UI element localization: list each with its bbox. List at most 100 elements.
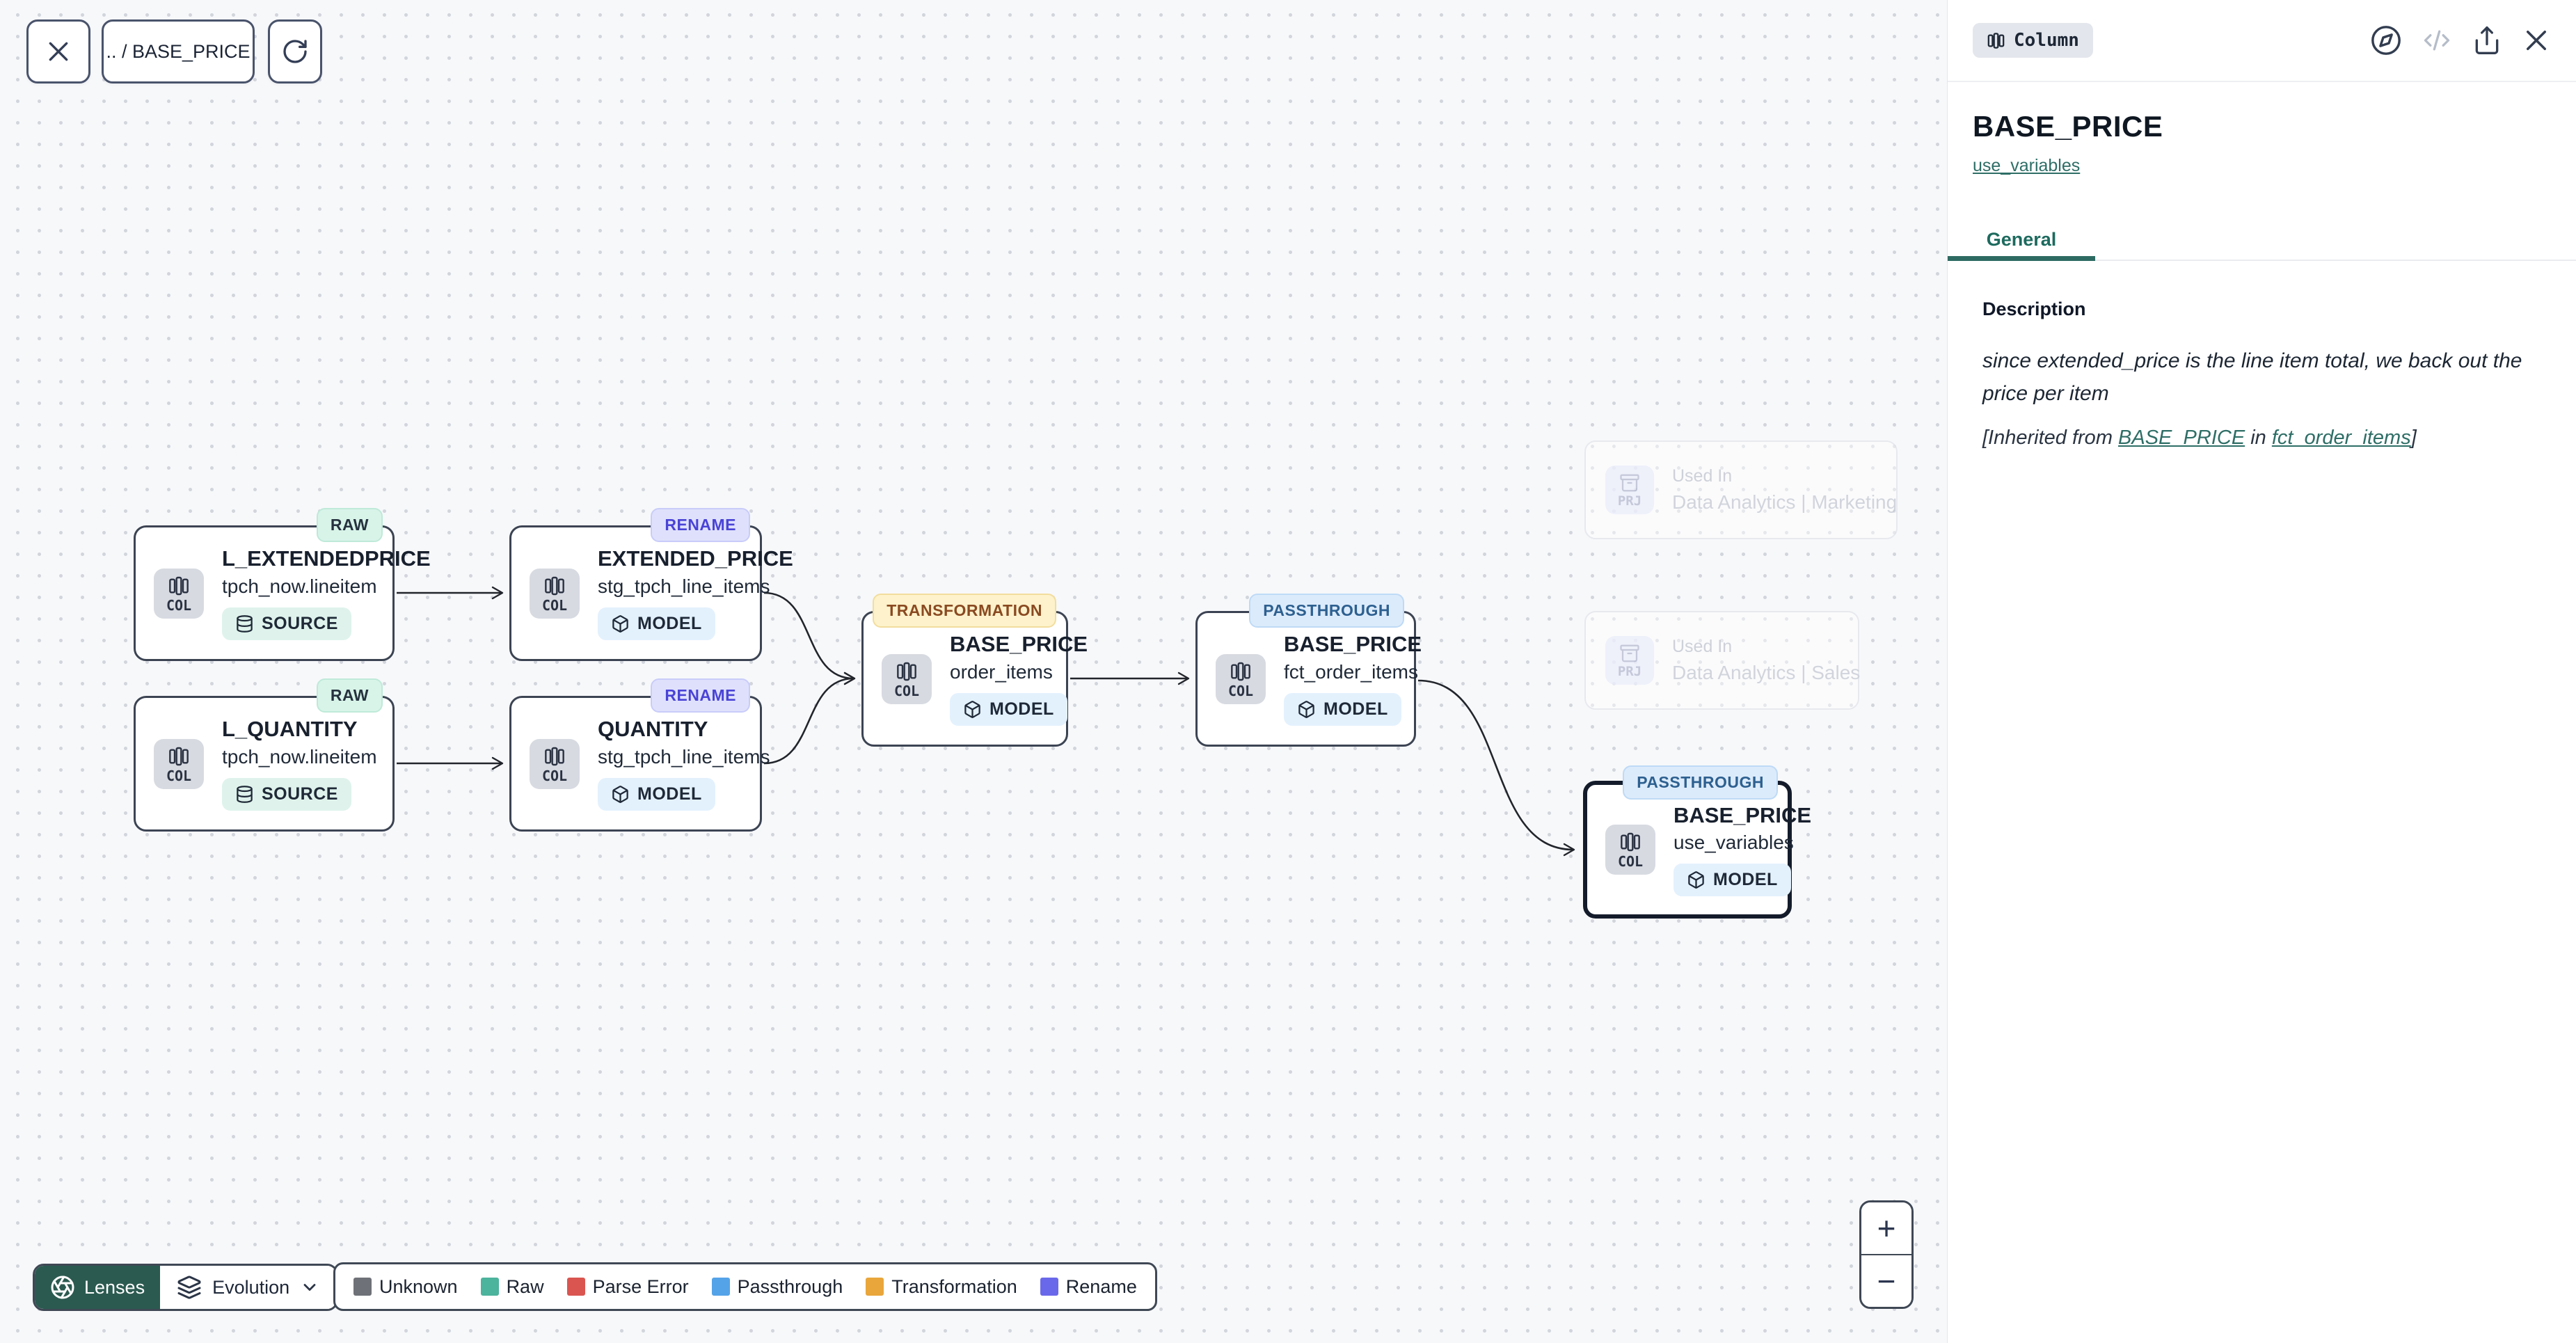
columns-icon <box>543 575 566 597</box>
chip-label: COL <box>894 684 919 698</box>
tab-general[interactable]: General <box>1948 219 2095 260</box>
lineage-node-base_price_fct[interactable]: PASSTHROUGHCOLBASE_PRICEfct_order_itemsM… <box>1195 611 1416 747</box>
refresh-button[interactable] <box>268 19 322 84</box>
legend-label: Parse Error <box>593 1276 689 1298</box>
evolution-type-badge: RENAME <box>651 678 750 713</box>
node-title: L_QUANTITY <box>222 717 358 742</box>
chip-label: COL <box>166 769 191 783</box>
close-icon <box>45 38 72 65</box>
lineage-node-l_quantity[interactable]: RAWCOLL_QUANTITYtpch_now.lineitemSOURCE <box>134 696 395 832</box>
node-title: BASE_PRICE <box>1673 803 1811 828</box>
project-chip: PRJ <box>1605 466 1654 514</box>
legend-item-passthrough: Passthrough <box>712 1276 843 1298</box>
node-title: EXTENDED_PRICE <box>598 546 793 571</box>
column-chip: COL <box>154 739 204 789</box>
cube-icon <box>611 785 630 804</box>
breadcrumb[interactable]: .. / BASE_PRICE <box>102 19 255 84</box>
lineage-node-extended_price[interactable]: RENAMECOLEXTENDED_PRICEstg_tpch_line_ite… <box>509 525 762 661</box>
columns-icon <box>168 575 190 597</box>
close-panel-button[interactable] <box>2522 26 2551 55</box>
legend-swatch <box>567 1278 585 1296</box>
used-in-label: Used In <box>1672 637 1860 657</box>
cube-icon <box>1687 871 1706 889</box>
columns-icon <box>1987 31 2005 50</box>
entity-type-badge: Column <box>1973 23 2093 58</box>
inherited-column-link[interactable]: BASE_PRICE <box>2118 427 2245 449</box>
lenses-control: Lenses Evolution <box>33 1264 338 1311</box>
column-chip: COL <box>1605 825 1655 875</box>
legend-label: Unknown <box>379 1276 458 1298</box>
legend-item-unknown: Unknown <box>353 1276 458 1298</box>
node-kind-label: SOURCE <box>262 784 338 804</box>
node-subtitle: tpch_now.lineitem <box>222 746 377 768</box>
chip-label: COL <box>542 598 567 612</box>
columns-icon <box>896 660 918 683</box>
cube-icon <box>963 700 982 719</box>
evolution-type-badge: RAW <box>317 508 383 542</box>
lineage-node-l_extendedprice[interactable]: RAWCOLL_EXTENDEDPRICEtpch_now.lineitemSO… <box>134 525 395 661</box>
explore-button[interactable] <box>2370 24 2402 56</box>
inherited-model-link[interactable]: fct_order_items <box>2272 427 2411 449</box>
cube-icon <box>611 614 630 633</box>
lenses-button[interactable]: Lenses <box>35 1266 160 1309</box>
column-title: BASE_PRICE <box>1973 110 2551 143</box>
node-subtitle: tpch_now.lineitem <box>222 575 377 598</box>
chip-label: COL <box>1228 684 1253 698</box>
node-text: BASE_PRICEorder_itemsMODEL <box>950 632 1066 726</box>
node-title: L_EXTENDEDPRICE <box>222 546 431 571</box>
node-text: BASE_PRICEfct_order_itemsMODEL <box>1284 632 1414 726</box>
zoom-in-button[interactable]: + <box>1861 1202 1911 1255</box>
breadcrumb-label: .. / BASE_PRICE <box>106 41 250 63</box>
used-in-node: PRJ Used InData Analytics | Marketing <box>1584 440 1898 539</box>
code-button[interactable] <box>2422 25 2452 56</box>
chip-label: PRJ <box>1618 495 1641 508</box>
node-kind-label: MODEL <box>637 784 702 804</box>
description-heading: Description <box>1973 299 2551 320</box>
evolution-type-badge: RAW <box>317 678 383 713</box>
lineage-canvas[interactable]: PRJUsed InData Analytics | MarketingPRJU… <box>0 0 1947 1343</box>
layers-icon <box>177 1275 202 1300</box>
details-panel: Column BASE_PRICE use_variables General … <box>1947 0 2576 1343</box>
chevron-down-icon <box>300 1278 319 1297</box>
columns-icon <box>1619 831 1641 853</box>
column-chip: COL <box>1216 654 1266 704</box>
lens-mode-label: Evolution <box>212 1277 289 1298</box>
lineage-node-quantity[interactable]: RENAMECOLQUANTITYstg_tpch_line_itemsMODE… <box>509 696 762 832</box>
legend-label: Transformation <box>891 1276 1017 1298</box>
node-title: BASE_PRICE <box>950 632 1088 657</box>
node-kind-label: MODEL <box>1713 870 1778 890</box>
evolution-type-badge: PASSTHROUGH <box>1623 765 1778 800</box>
zoom-out-button[interactable]: − <box>1861 1255 1911 1307</box>
node-kind-tag: MODEL <box>950 693 1067 726</box>
chip-label: PRJ <box>1618 665 1641 678</box>
column-chip: COL <box>530 569 580 619</box>
share-button[interactable] <box>2472 25 2502 56</box>
model-link[interactable]: use_variables <box>1973 156 2080 176</box>
refresh-icon <box>281 38 309 65</box>
node-kind-label: MODEL <box>637 614 702 634</box>
legend-swatch <box>353 1278 372 1296</box>
node-title: BASE_PRICE <box>1284 632 1422 657</box>
panel-header: Column <box>1948 0 2576 82</box>
share-icon <box>2472 25 2502 56</box>
lineage-node-base_price_uv[interactable]: PASSTHROUGHCOLBASE_PRICEuse_variablesMOD… <box>1583 781 1792 919</box>
chip-label: COL <box>542 769 567 783</box>
cube-icon <box>1297 700 1316 719</box>
lens-mode-dropdown[interactable]: Evolution <box>160 1266 336 1309</box>
node-subtitle: stg_tpch_line_items <box>598 575 770 598</box>
node-kind-tag: MODEL <box>598 778 715 811</box>
aperture-icon <box>50 1275 75 1300</box>
project-chip: PRJ <box>1605 636 1654 685</box>
node-subtitle: order_items <box>950 661 1053 683</box>
columns-icon <box>543 745 566 768</box>
close-lineage-button[interactable] <box>26 19 90 84</box>
node-text: L_EXTENDEDPRICEtpch_now.lineitemSOURCE <box>222 546 392 640</box>
database-icon <box>235 614 254 633</box>
archive-icon <box>1619 472 1640 493</box>
ghost-text: Used InData Analytics | Marketing <box>1672 466 1897 514</box>
zoom-controls: + − <box>1859 1200 1914 1309</box>
node-subtitle: fct_order_items <box>1284 661 1418 683</box>
legend-swatch <box>712 1278 730 1296</box>
used-in-name: Data Analytics | Marketing <box>1672 491 1897 514</box>
lineage-node-base_price_order_items[interactable]: TRANSFORMATIONCOLBASE_PRICEorder_itemsMO… <box>861 611 1068 747</box>
